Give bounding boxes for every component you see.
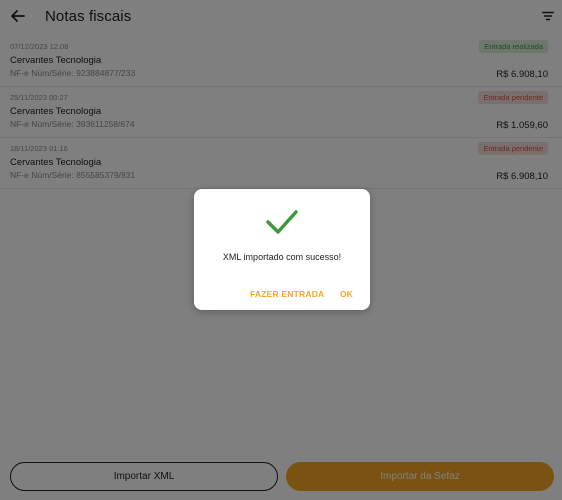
check-icon [266,210,298,234]
success-dialog: XML importado com sucesso! FAZER ENTRADA… [194,189,370,310]
make-entry-button[interactable]: FAZER ENTRADA [250,289,324,299]
dialog-message: XML importado com sucesso! [222,252,342,262]
ok-button[interactable]: OK [340,289,353,299]
